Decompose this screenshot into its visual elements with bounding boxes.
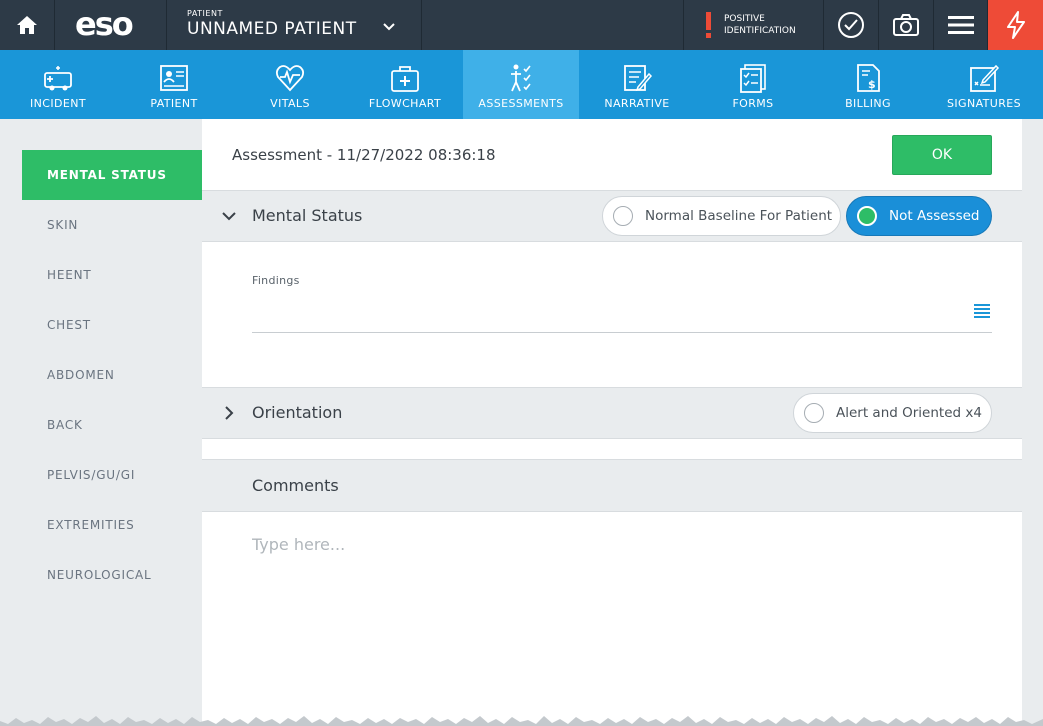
radio-icon <box>613 206 633 226</box>
patient-selector[interactable]: PATIENT UNNAMED PATIENT <box>167 0 422 50</box>
top-bar: eso PATIENT UNNAMED PATIENT POSITIVE IDE… <box>0 0 1043 50</box>
nav-tab-narrative[interactable]: NARRATIVE <box>579 50 695 119</box>
sidebar-item-abdomen[interactable]: ABDOMEN <box>22 350 202 400</box>
menu-button[interactable] <box>934 0 988 50</box>
chevron-down-icon[interactable] <box>222 209 236 223</box>
sidebar-item-pelvis-gu-gi[interactable]: PELVIS/GU/GI <box>22 450 202 500</box>
orientation-title: Orientation <box>252 403 343 422</box>
sidebar-item-label: PELVIS/GU/GI <box>47 468 136 482</box>
medical-bag-icon <box>391 66 419 92</box>
nav-label: FLOWCHART <box>368 97 442 110</box>
mental-status-title: Mental Status <box>252 206 363 225</box>
nav-label: VITALS <box>270 97 310 110</box>
right-gutter <box>1022 119 1043 726</box>
validate-button[interactable] <box>824 0 879 50</box>
nav-tab-vitals[interactable]: VITALS <box>232 50 348 119</box>
findings-field[interactable] <box>252 291 992 333</box>
nav-tab-signatures[interactable]: SIGNATURES <box>926 50 1042 119</box>
home-button[interactable] <box>0 0 55 50</box>
nav-label: INCIDENT <box>30 97 86 110</box>
nav-tab-assessments[interactable]: ASSESSMENTS <box>463 50 579 119</box>
logo-text: eso <box>75 5 134 43</box>
nav-tab-forms[interactable]: FORMS <box>695 50 811 119</box>
assessment-sidebar: MENTAL STATUS SKIN HEENT CHEST ABDOMEN B… <box>22 119 202 726</box>
sidebar-item-label: NEUROLOGICAL <box>47 568 152 582</box>
assessment-panel: Assessment - 11/27/2022 08:36:18 OK Ment… <box>202 119 1022 726</box>
not-assessed-option[interactable]: Not Assessed <box>846 196 992 236</box>
exclamation-icon <box>706 12 711 38</box>
sidebar-item-heent[interactable]: HEENT <box>22 250 202 300</box>
checklist-icon <box>740 64 766 93</box>
home-icon <box>17 16 37 34</box>
quick-action-button[interactable] <box>988 0 1043 50</box>
positive-identification-label: POSITIVE IDENTIFICATION <box>724 13 814 37</box>
comments-section-header: Comments <box>202 459 1022 512</box>
list-picker-icon[interactable] <box>974 304 990 318</box>
normal-baseline-label: Normal Baseline For Patient <box>645 208 833 224</box>
sidebar-item-extremities[interactable]: EXTREMITIES <box>22 500 202 550</box>
camera-icon <box>893 14 919 36</box>
sidebar-item-label: CHEST <box>47 318 91 332</box>
section-nav-bar: INCIDENT PATIENT VITALS FLOWCHART ASSESS… <box>0 50 1043 119</box>
nav-tab-incident[interactable]: INCIDENT <box>0 50 116 119</box>
positive-id-line2: IDENTIFICATION <box>724 26 796 36</box>
patient-caption: PATIENT <box>187 9 223 18</box>
sidebar-item-chest[interactable]: CHEST <box>22 300 202 350</box>
radio-selected-icon <box>857 206 877 226</box>
assessment-title: Assessment - 11/27/2022 08:36:18 <box>232 146 496 164</box>
mental-status-section-header: Mental Status Normal Baseline For Patien… <box>202 190 1022 242</box>
lightning-bolt-icon <box>1006 11 1025 39</box>
heart-pulse-icon <box>275 65 305 92</box>
ok-button[interactable]: OK <box>892 135 992 175</box>
nav-label: NARRATIVE <box>604 97 670 110</box>
sidebar-item-neurological[interactable]: NEUROLOGICAL <box>22 550 202 600</box>
sidebar-item-mental-status[interactable]: MENTAL STATUS <box>22 150 202 200</box>
patient-card-icon <box>160 65 188 91</box>
signature-icon <box>970 64 1000 92</box>
sidebar-item-label: SKIN <box>47 218 79 232</box>
nav-tab-patient[interactable]: PATIENT <box>116 50 232 119</box>
nav-tab-billing[interactable]: $ BILLING <box>810 50 926 119</box>
ambulance-icon <box>44 66 72 91</box>
positive-id-line1: POSITIVE <box>724 14 765 24</box>
nav-tab-flowchart[interactable]: FLOWCHART <box>347 50 463 119</box>
billing-icon: $ <box>857 64 880 92</box>
alert-oriented-option[interactable]: Alert and Oriented x4 <box>793 393 992 433</box>
sidebar-item-label: ABDOMEN <box>47 368 115 382</box>
comments-title: Comments <box>252 476 339 495</box>
not-assessed-label: Not Assessed <box>889 208 980 224</box>
sidebar-item-label: BACK <box>47 418 83 432</box>
sidebar-item-label: HEENT <box>47 268 92 282</box>
svg-text:$: $ <box>868 78 876 91</box>
torn-edge-decoration <box>0 716 1043 726</box>
positive-identification-button[interactable]: POSITIVE IDENTIFICATION <box>683 0 824 50</box>
document-pen-icon <box>624 65 653 92</box>
alert-oriented-label: Alert and Oriented x4 <box>836 405 982 421</box>
normal-baseline-option[interactable]: Normal Baseline For Patient <box>602 196 841 236</box>
nav-label: SIGNATURES <box>947 97 1021 110</box>
body-check-icon <box>511 64 531 92</box>
comments-input[interactable] <box>252 524 992 564</box>
eso-logo: eso <box>55 0 167 50</box>
camera-button[interactable] <box>879 0 934 50</box>
sidebar-item-back[interactable]: BACK <box>22 400 202 450</box>
nav-label: FORMS <box>732 97 774 110</box>
sidebar-item-label: EXTREMITIES <box>47 518 135 532</box>
hamburger-menu-icon <box>947 16 974 34</box>
chevron-right-icon[interactable] <box>222 406 236 420</box>
sidebar-item-label: MENTAL STATUS <box>47 168 167 182</box>
radio-icon <box>804 403 824 423</box>
nav-label: ASSESSMENTS <box>478 97 564 110</box>
orientation-section-header: Orientation Alert and Oriented x4 <box>202 387 1022 439</box>
patient-name: UNNAMED PATIENT <box>187 19 357 39</box>
chevron-down-icon <box>383 23 395 31</box>
findings-label: Findings <box>252 274 300 287</box>
sidebar-item-skin[interactable]: SKIN <box>22 200 202 250</box>
nav-label: PATIENT <box>150 97 198 110</box>
nav-label: BILLING <box>845 97 891 110</box>
check-circle-icon <box>838 12 864 38</box>
